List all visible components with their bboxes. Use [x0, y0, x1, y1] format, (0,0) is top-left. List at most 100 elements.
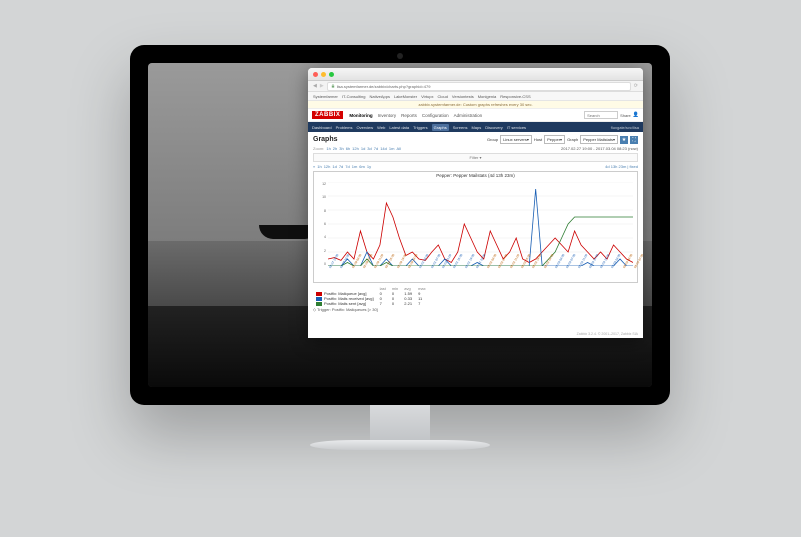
user-icon[interactable]: 👤 — [633, 112, 639, 118]
bookmark-item[interactable]: Virtupx — [421, 94, 433, 99]
page-body: Graphs Group Linux servers ▾ Host Pepper… — [308, 132, 643, 315]
main-tab-administration[interactable]: Administration — [454, 113, 483, 118]
zoom-14d[interactable]: 14d — [380, 146, 387, 151]
graph-selector-label: Graph — [567, 137, 578, 142]
group-label: Group — [487, 137, 498, 142]
y-axis: 121086420 — [316, 182, 326, 266]
nav-«[interactable]: « — [313, 164, 315, 169]
graph-title: Pepper: Pepper Mailstats (4d 13h 23m) — [314, 173, 637, 178]
main-tab-configuration[interactable]: Configuration — [422, 113, 449, 118]
zoom-row: Zoom: 1h2h3h6h12h1d3d7d14d1mAll 2017.02.… — [313, 146, 638, 151]
sub-tab-maps[interactable]: Maps — [471, 125, 481, 130]
page-title: Graphs — [313, 136, 338, 143]
graph-selectors: Group Linux servers ▾ Host Pepper ▾ Grap… — [487, 135, 638, 144]
url-text: lisa.systemfarmer.de/zabbix/charts.php?g… — [337, 84, 431, 89]
zoom-1m[interactable]: 1m — [389, 146, 395, 151]
sub-tab-problems[interactable]: Problems — [336, 125, 353, 130]
zoom-All[interactable]: All — [396, 146, 400, 151]
nav-7d[interactable]: 7d — [339, 164, 343, 169]
sub-tab-screens[interactable]: Screens — [453, 125, 468, 130]
sub-tab-it-services[interactable]: IT services — [507, 125, 526, 130]
monitor-stand-neck — [370, 405, 430, 445]
sub-tab-web[interactable]: Web — [377, 125, 385, 130]
nav-12h[interactable]: 12h — [324, 164, 331, 169]
back-icon[interactable]: ◀ — [313, 83, 317, 89]
graph-select[interactable]: Pepper Mailstats ▾ — [580, 135, 618, 144]
sub-tab-dashboard[interactable]: Dashboard — [312, 125, 332, 130]
sub-tab-discovery[interactable]: Discovery — [485, 125, 503, 130]
x-axis: 02-27 19:0002-27 23:0002-28 03:0002-28 0… — [328, 267, 633, 281]
time-nav-row: «1h12h1d7d7d1m6m1y 4d 13h 23m | fixed — [313, 164, 638, 169]
address-bar[interactable]: lisa.systemfarmer.de/zabbix/charts.php?g… — [327, 82, 631, 91]
main-tab-monitoring[interactable]: Monitoring — [349, 113, 372, 118]
title-row: Graphs Group Linux servers ▾ Host Pepper… — [313, 135, 638, 144]
main-tab-inventory[interactable]: Inventory — [378, 113, 397, 118]
zoom-12h[interactable]: 12h — [352, 146, 359, 151]
stage: ◀ ▶ lisa.systemfarmer.de/zabbix/charts.p… — [0, 0, 801, 537]
close-icon[interactable] — [313, 72, 318, 77]
zoom-3d[interactable]: 3d — [367, 146, 371, 151]
search-input[interactable] — [584, 111, 618, 119]
filter-toggle[interactable]: Filter ▾ — [313, 153, 638, 162]
zabbix-main-tabs: Monitoring Inventory Reports Configuration A… — [349, 113, 482, 118]
bookmark-item[interactable]: Systemfarmer — [313, 94, 338, 99]
chart-svg — [328, 182, 633, 266]
bookmark-item[interactable]: Cloud — [437, 94, 447, 99]
window-titlebar[interactable] — [308, 68, 643, 81]
bookmark-item[interactable]: NativeApps — [369, 94, 389, 99]
legend-table: lastminavgmaxPostfix: Mailqueue [avg]001… — [313, 286, 429, 306]
zoom-6h[interactable]: 6h — [346, 146, 350, 151]
favorite-button[interactable]: ★ — [620, 136, 628, 144]
zoom-1h[interactable]: 1h — [326, 146, 330, 151]
group-select[interactable]: Linux servers ▾ — [500, 135, 532, 144]
lock-icon — [331, 84, 335, 88]
plot-area — [328, 182, 633, 266]
bookmarks-bar: Systemfarmer IT-ConsultingNativeApps LakeM… — [308, 92, 643, 101]
zoom-1d[interactable]: 1d — [361, 146, 365, 151]
bookmark-item[interactable]: Monigenia — [478, 94, 496, 99]
zoom-3h[interactable]: 3h — [339, 146, 343, 151]
time-window-label: 4d 13h 23m | fixed — [605, 164, 638, 169]
nav-1y[interactable]: 1y — [367, 164, 371, 169]
minimize-icon[interactable] — [321, 72, 326, 77]
legend: lastminavgmaxPostfix: Mailqueue [avg]001… — [313, 286, 638, 312]
bookmark-item[interactable]: Versiontests — [452, 94, 474, 99]
nav-1h[interactable]: 1h — [317, 164, 321, 169]
host-select[interactable]: Pepper ▾ — [544, 135, 565, 144]
share-link[interactable]: Share — [620, 113, 631, 118]
zoom-icon[interactable] — [329, 72, 334, 77]
sub-tab-overview[interactable]: Overview — [356, 125, 373, 130]
graph-container: Pepper: Pepper Mailstats (4d 13h 23m) 12… — [313, 171, 638, 283]
date-range: 2017.02.27 19:00 - 2017.03.04 08:23 (now… — [561, 146, 638, 151]
bookmark-item[interactable]: LakeMonster — [394, 94, 417, 99]
zabbix-logo[interactable]: ZABBIX — [312, 111, 343, 119]
zabbix-header: ZABBIX Monitoring Inventory Reports Configu… — [308, 109, 643, 122]
fullscreen-button[interactable]: ⛶ — [630, 136, 638, 144]
footer: Zabbix 3.2.4. © 2001–2017, Zabbix SIA — [577, 332, 638, 336]
notice-banner: zabbix.systemfarmer.de: Custom graphs re… — [308, 101, 643, 109]
nav-7d[interactable]: 7d — [345, 164, 349, 169]
zabbix-sub-tabs: Dashboard ProblemsOverview Web Latest data T… — [308, 122, 643, 132]
safari-window: ◀ ▶ lisa.systemfarmer.de/zabbix/charts.p… — [308, 68, 643, 338]
breadcrumb: fluxgate/svc/lisa — [611, 125, 639, 130]
bookmark-item[interactable]: Responsive-CSS — [500, 94, 530, 99]
zoom-7d[interactable]: 7d — [374, 146, 378, 151]
sub-tab-triggers[interactable]: Triggers — [413, 125, 428, 130]
zoom-2h[interactable]: 2h — [333, 146, 337, 151]
reload-icon[interactable]: ⟳ — [634, 83, 638, 89]
bookmark-item[interactable]: IT-Consulting — [342, 94, 366, 99]
forward-icon[interactable]: ▶ — [320, 83, 324, 89]
nav-1m[interactable]: 1m — [352, 164, 358, 169]
nav-6m[interactable]: 6m — [359, 164, 365, 169]
main-tab-reports[interactable]: Reports — [401, 113, 417, 118]
screen: ◀ ▶ lisa.systemfarmer.de/zabbix/charts.p… — [148, 63, 652, 387]
camera-dot — [397, 53, 403, 59]
monitor-stand-base — [310, 440, 490, 450]
sub-tab-latest-data[interactable]: Latest data — [389, 125, 409, 130]
imac-monitor: ◀ ▶ lisa.systemfarmer.de/zabbix/charts.p… — [130, 45, 670, 405]
legend-row: Postfix: Mails sent [avg]702.217 — [313, 301, 429, 306]
address-bar-row: ◀ ▶ lisa.systemfarmer.de/zabbix/charts.p… — [308, 81, 643, 92]
sub-tab-graphs[interactable]: Graphs — [432, 124, 449, 131]
zoom-label: Zoom: — [313, 146, 324, 151]
nav-1d[interactable]: 1d — [332, 164, 336, 169]
